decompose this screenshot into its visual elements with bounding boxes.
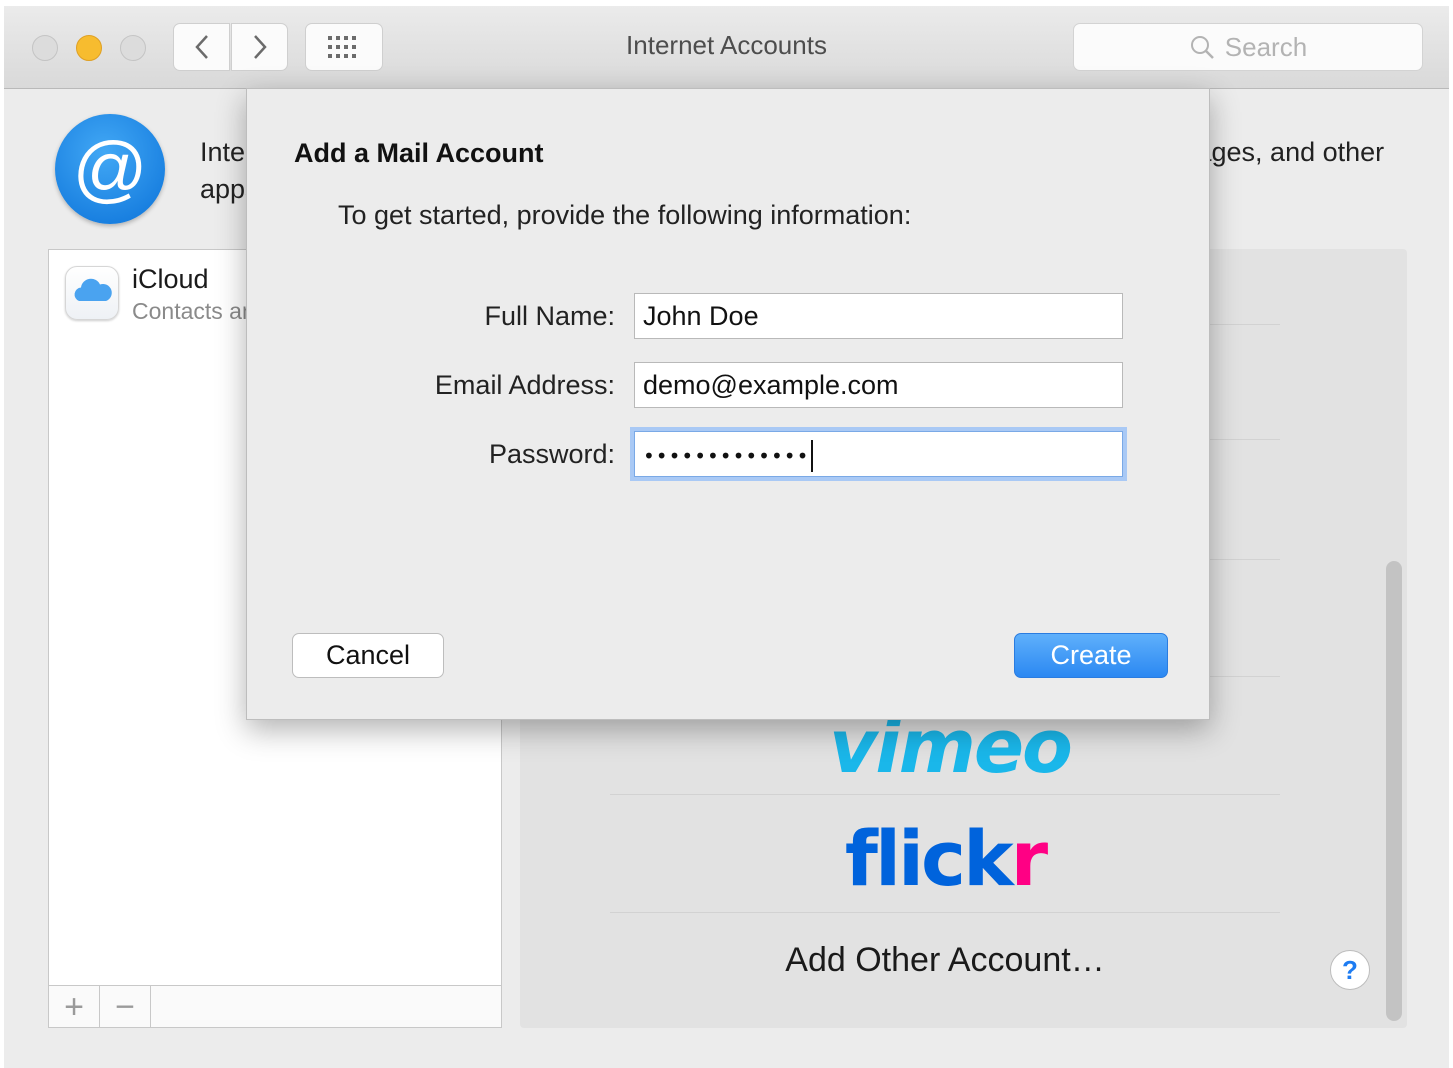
title-bar: Internet Accounts Search: [4, 6, 1449, 89]
password-value: •••••••••••••: [643, 444, 810, 468]
email-address-label: Email Address:: [434, 370, 615, 400]
provider-separator: [610, 794, 1280, 795]
provider-separator: [610, 912, 1280, 913]
add-mail-account-sheet: Add a Mail Account To get started, provi…: [246, 88, 1210, 720]
flickr-logo-part-b: r: [1010, 814, 1049, 903]
full-name-label: Full Name:: [484, 301, 615, 331]
email-address-field[interactable]: demo@example.com: [634, 362, 1123, 408]
scrollbar-thumb[interactable]: [1386, 561, 1402, 1021]
flickr-logo[interactable]: flickr: [840, 814, 1050, 903]
full-name-field[interactable]: John Doe: [634, 293, 1123, 339]
help-icon[interactable]: ?: [1330, 950, 1370, 990]
search-placeholder: Search: [1224, 31, 1308, 62]
text-cursor: [811, 439, 814, 472]
remove-account-button[interactable]: −: [100, 986, 151, 1027]
sheet-title: Add a Mail Account: [294, 138, 544, 168]
password-label: Password:: [488, 439, 615, 469]
cancel-button[interactable]: Cancel: [292, 633, 444, 678]
account-list-toolbar: + −: [48, 986, 502, 1028]
create-button[interactable]: Create: [1014, 633, 1168, 678]
internet-accounts-window: Internet Accounts Search @ Internet Acco…: [4, 6, 1449, 1068]
full-name-value: John Doe: [643, 301, 759, 331]
add-other-account-button[interactable]: Add Other Account…: [710, 941, 1180, 980]
icloud-icon: [65, 266, 119, 320]
sheet-instructions: To get started, provide the following in…: [338, 200, 912, 230]
email-address-value: demo@example.com: [643, 370, 899, 400]
account-name: iCloud: [132, 264, 209, 294]
add-account-button[interactable]: +: [49, 986, 100, 1027]
flickr-logo-part-a: flick: [844, 814, 1014, 903]
at-sign-icon: @: [55, 114, 165, 224]
password-field[interactable]: •••••••••••••: [634, 431, 1123, 477]
search-icon: [1190, 36, 1214, 59]
search-input[interactable]: Search: [1073, 23, 1423, 71]
